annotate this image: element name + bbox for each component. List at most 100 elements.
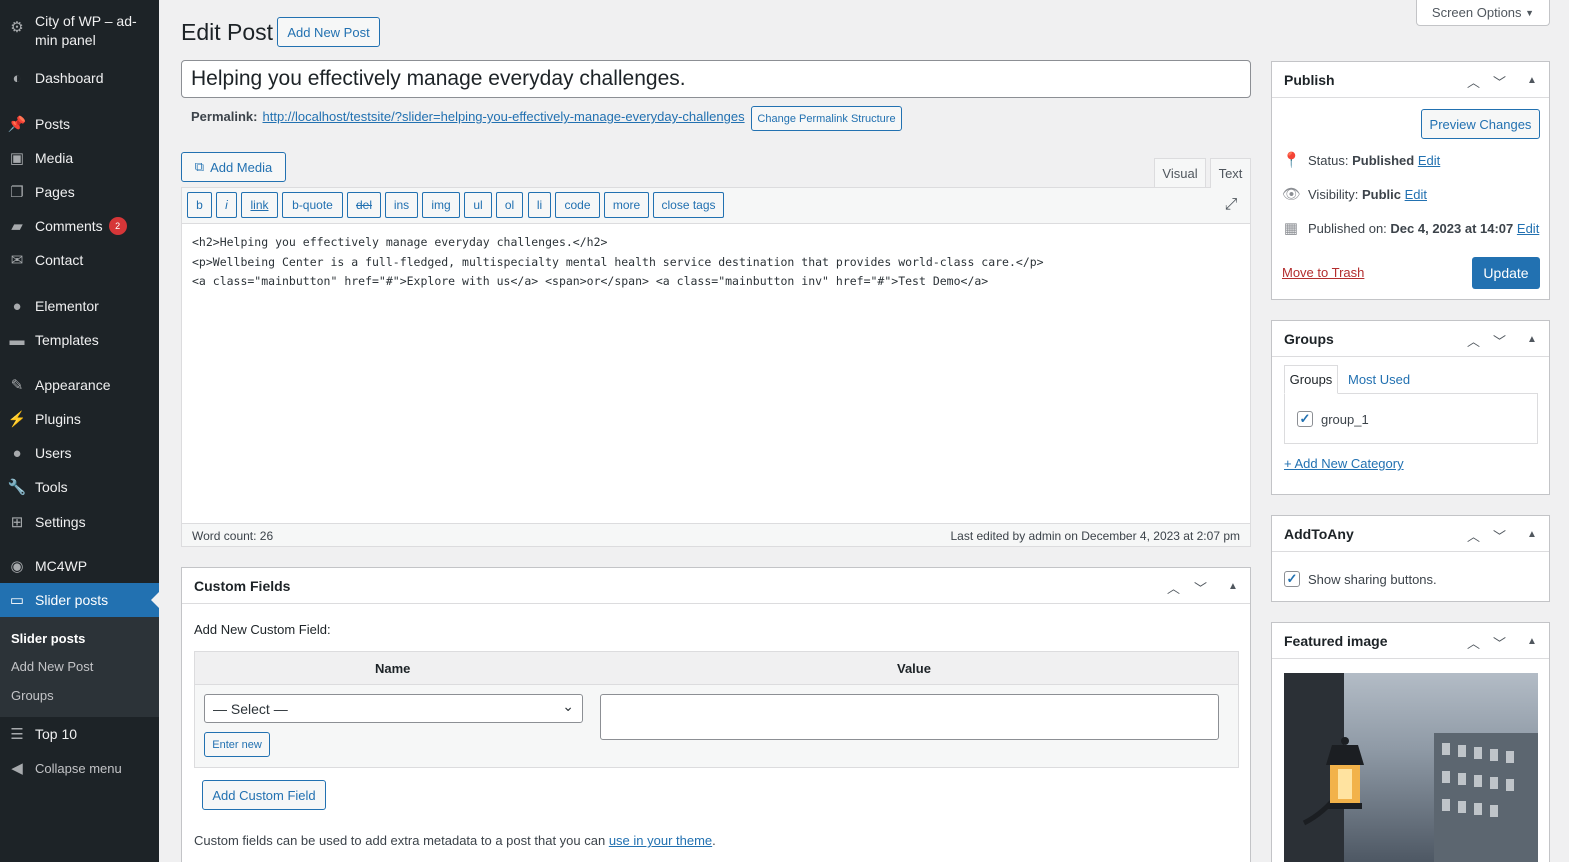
featured-image-thumbnail[interactable] — [1284, 673, 1538, 862]
addtoany-panel: AddToAny ︿ ﹀ ▲ ✓ Show sharing buttons. — [1271, 515, 1550, 602]
media-icon: ▣ — [9, 150, 25, 167]
move-down-icon[interactable]: ﹀ — [1194, 578, 1207, 597]
move-up-icon[interactable]: ︿ — [1467, 526, 1480, 545]
qt-code-button[interactable]: code — [555, 192, 600, 218]
custom-field-value-textarea[interactable] — [600, 694, 1219, 740]
name-column-header: Name — [375, 661, 411, 676]
move-up-icon[interactable]: ︿ — [1167, 578, 1180, 597]
site-name-link[interactable]: ⚙ City of WP – ad-min panel — [0, 12, 159, 52]
checkbox-checked-icon[interactable]: ✓ — [1297, 411, 1313, 427]
qt-italic-button[interactable]: i — [216, 192, 237, 218]
move-down-icon[interactable]: ﹀ — [1493, 72, 1506, 91]
qt-bold-button[interactable]: b — [187, 192, 212, 218]
menu-dashboard[interactable]: ◐ Dashboard — [0, 61, 159, 95]
menu-elementor[interactable]: ● Elementor — [0, 289, 159, 323]
add-new-category-link[interactable]: + Add New Category — [1284, 456, 1404, 471]
move-down-icon[interactable]: ﹀ — [1493, 633, 1506, 652]
menu-media[interactable]: ▣ Media — [0, 141, 159, 175]
enter-new-button[interactable]: Enter new — [204, 732, 270, 757]
collapse-menu-button[interactable]: ◀ Collapse menu — [0, 751, 159, 785]
move-up-icon[interactable]: ︿ — [1467, 633, 1480, 652]
menu-plugins[interactable]: ⚡ Plugins — [0, 402, 159, 436]
use-in-theme-link[interactable]: use in your theme — [609, 833, 712, 848]
qt-ul-button[interactable]: ul — [464, 192, 492, 218]
code-line: <h2>Helping you effectively manage every… — [192, 235, 608, 249]
code-textarea[interactable]: <h2>Helping you effectively manage every… — [192, 233, 1240, 292]
permalink-row: Permalink: http://localhost/testsite/?sl… — [191, 109, 745, 124]
screen-options-button[interactable]: Screen Options ▼ — [1416, 0, 1550, 26]
qt-link-button[interactable]: link — [241, 192, 278, 218]
toggle-panel-icon[interactable]: ▲ — [1527, 334, 1537, 345]
toggle-panel-icon[interactable]: ▲ — [1228, 581, 1238, 592]
toggle-panel-icon[interactable]: ▲ — [1527, 636, 1537, 647]
menu-contact[interactable]: ✉ Contact — [0, 243, 159, 277]
qt-bquote-button[interactable]: b-quote — [282, 192, 343, 218]
collapse-icon: ◀ — [11, 760, 23, 777]
slider-posts-submenu: Slider posts Add New Post Groups — [0, 617, 159, 717]
edit-visibility-link[interactable]: Edit — [1405, 187, 1427, 202]
groups-tab-most-used[interactable]: Most Used — [1348, 372, 1410, 387]
custom-fields-panel: Custom Fields ︿ ﹀ ▲ Add New Custom Field… — [181, 567, 1251, 862]
permalink-link[interactable]: http://localhost/testsite/?slider=helpin… — [262, 109, 744, 124]
admin-sidebar: ⚙ City of WP – ad-min panel ◐ Dashboard 📌… — [0, 0, 159, 862]
folder-icon: ▬ — [9, 331, 25, 349]
pages-icon: ❐ — [10, 184, 24, 201]
menu-settings[interactable]: ⊞ Settings — [0, 505, 159, 539]
qt-img-button[interactable]: img — [422, 192, 460, 218]
show-sharing-row[interactable]: ✓ Show sharing buttons. — [1284, 571, 1437, 587]
tab-text[interactable]: Text — [1210, 158, 1251, 188]
submenu-add-new-post[interactable]: Add New Post — [11, 659, 93, 674]
pin-icon: 📌 — [7, 116, 27, 133]
move-down-icon[interactable]: ﹀ — [1493, 331, 1506, 350]
menu-mc4wp[interactable]: ◉ MC4WP — [0, 549, 159, 583]
word-count: Word count: 26 — [192, 529, 274, 543]
edit-status-link[interactable]: Edit — [1418, 153, 1440, 168]
editor-status-bar: Word count: 26 Last edited by admin on D… — [182, 523, 1250, 546]
menu-comments[interactable]: ▰ Comments 2 — [0, 209, 159, 243]
editor-container: <h2>Helping you effectively manage every… — [181, 187, 1251, 547]
add-media-button[interactable]: ⧉ Add Media — [181, 152, 286, 182]
move-up-icon[interactable]: ︿ — [1467, 331, 1480, 350]
move-to-trash-link[interactable]: Move to Trash — [1282, 265, 1364, 280]
qt-ins-button[interactable]: ins — [385, 192, 418, 218]
custom-fields-header: Custom Fields — [182, 568, 1250, 604]
addtoany-header: AddToAny — [1272, 516, 1549, 552]
preview-changes-button[interactable]: Preview Changes — [1421, 109, 1540, 139]
menu-posts[interactable]: 📌 Posts — [0, 107, 159, 141]
code-line: <p>Wellbeing Center is a full-fledged, m… — [192, 254, 1044, 269]
submenu-groups[interactable]: Groups — [11, 688, 54, 703]
menu-pages[interactable]: ❐ Pages — [0, 175, 159, 209]
checkbox-checked-icon[interactable]: ✓ — [1284, 571, 1300, 587]
move-up-icon[interactable]: ︿ — [1467, 72, 1480, 91]
custom-field-select[interactable]: — Select — ⌄ — [204, 694, 583, 723]
move-down-icon[interactable]: ﹀ — [1493, 526, 1506, 545]
qt-close-tags-button[interactable]: close tags — [653, 192, 724, 218]
page-title: Edit Post — [181, 19, 274, 45]
fullscreen-icon[interactable]: ⤢ — [1222, 196, 1240, 214]
menu-users[interactable]: ● Users — [0, 436, 159, 470]
menu-appearance[interactable]: ✎ Appearance — [0, 368, 159, 402]
post-title-input[interactable]: Helping you effectively manage everyday … — [181, 60, 1251, 98]
groups-tab-all[interactable]: Groups — [1284, 365, 1338, 394]
submenu-slider-posts[interactable]: Slider posts — [11, 631, 85, 646]
qt-li-button[interactable]: li — [528, 192, 551, 218]
menu-templates[interactable]: ▬ Templates — [0, 323, 159, 357]
custom-field-table: Name Value — Select — ⌄ Enter new — [194, 651, 1239, 768]
publish-panel: Publish ︿ ﹀ ▲ Preview Changes 📍 Status: P… — [1271, 61, 1550, 300]
qt-more-button[interactable]: more — [604, 192, 649, 218]
menu-tools[interactable]: 🔧 Tools — [0, 470, 159, 504]
menu-top-10[interactable]: ☰ Top 10 — [0, 717, 159, 751]
add-new-post-button[interactable]: Add New Post — [277, 17, 380, 47]
toggle-panel-icon[interactable]: ▲ — [1527, 529, 1537, 540]
edit-date-link[interactable]: Edit — [1517, 221, 1539, 236]
change-permalink-button[interactable]: Change Permalink Structure — [751, 106, 902, 131]
qt-ol-button[interactable]: ol — [496, 192, 523, 218]
tab-visual[interactable]: Visual — [1154, 158, 1206, 187]
qt-del-button[interactable]: del — [347, 192, 381, 218]
group-item[interactable]: ✓ group_1 — [1297, 411, 1369, 427]
monitor-icon: ▭ — [9, 592, 25, 609]
menu-slider-posts[interactable]: ▭ Slider posts — [0, 583, 159, 617]
toggle-panel-icon[interactable]: ▲ — [1527, 75, 1537, 86]
add-custom-field-button[interactable]: Add Custom Field — [202, 780, 326, 810]
update-button[interactable]: Update — [1472, 257, 1540, 289]
